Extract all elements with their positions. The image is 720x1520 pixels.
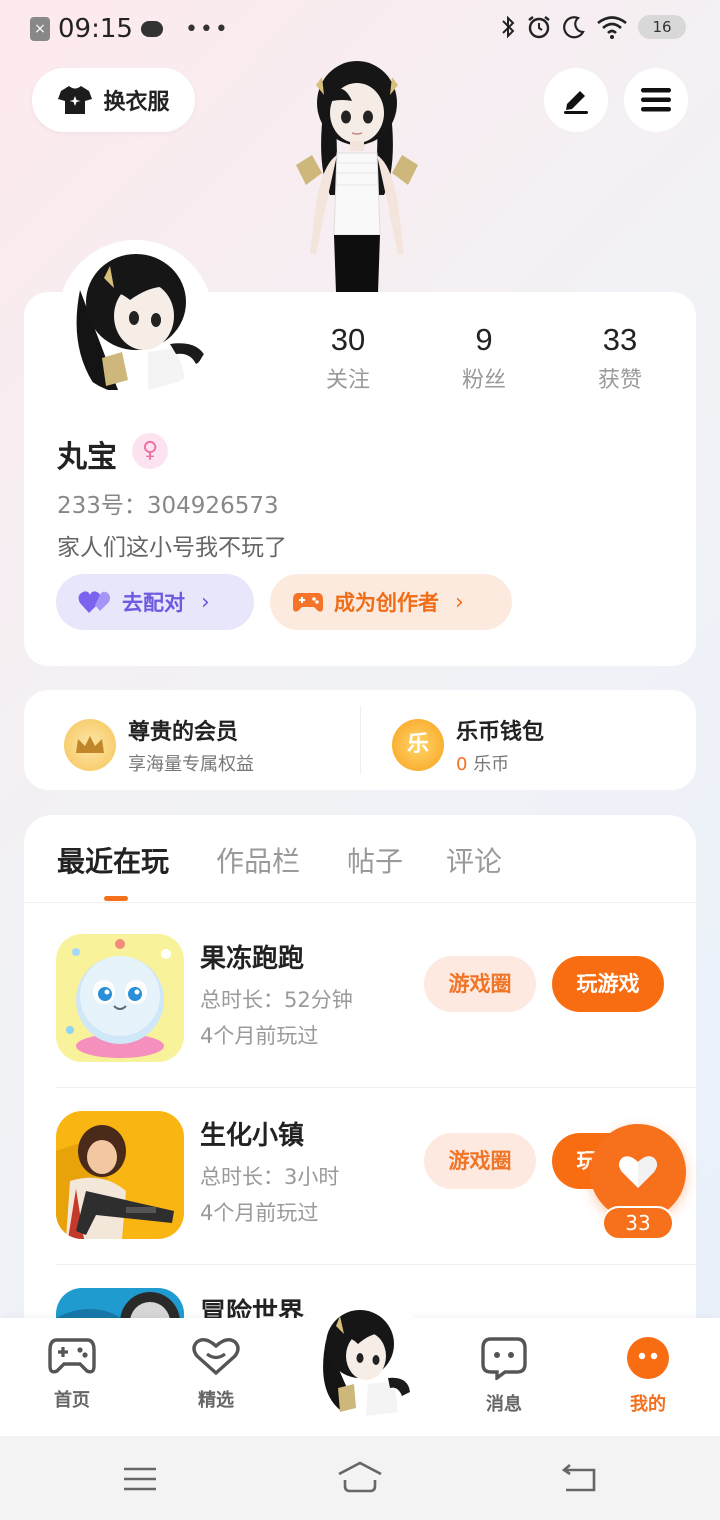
pencil-icon xyxy=(564,91,588,114)
more-dots-icon: ••• xyxy=(184,16,230,42)
gamepad-icon xyxy=(48,1338,96,1374)
crown-icon xyxy=(64,719,116,771)
stat-likes[interactable]: 33 获赞 xyxy=(560,322,680,394)
nav-item-me[interactable]: 我的 xyxy=(608,1336,688,1416)
divider xyxy=(24,902,696,903)
chevron-right-icon: › xyxy=(455,589,464,615)
wallet-unit: 乐币 xyxy=(473,754,510,775)
nav-item-messages[interactable]: 消息 xyxy=(464,1336,544,1416)
list-item[interactable]: 果冻跑跑 总时长：52分钟 4个月前玩过 游戏圈 玩游戏 xyxy=(24,912,696,1088)
female-gender-icon: ♀ xyxy=(132,433,168,469)
match-button[interactable]: 去配对 › xyxy=(56,574,254,630)
wallet-title: 乐币钱包 xyxy=(456,720,545,745)
game-icon-biochem-town[interactable] xyxy=(56,1111,184,1239)
following-count: 30 xyxy=(330,322,366,357)
play-duration: 总时长：3小时 xyxy=(200,1165,340,1189)
chevron-right-icon: › xyxy=(201,589,210,615)
hearts-icon xyxy=(78,591,110,613)
coin-icon: 乐 xyxy=(392,719,444,771)
game-title: 生化小镇 xyxy=(200,1121,305,1151)
divider xyxy=(360,706,361,774)
alarm-icon xyxy=(528,16,550,39)
tab-works[interactable]: 作品栏 xyxy=(216,840,300,880)
last-played: 4个月前玩过 xyxy=(200,1201,319,1225)
nav-label-me: 我的 xyxy=(630,1394,666,1415)
wallet-amount: 0 xyxy=(456,754,468,775)
user-bio: 家人们这小号我不玩了 xyxy=(57,535,287,561)
hamburger-menu-icon xyxy=(641,88,671,112)
nav-avatar-center[interactable] xyxy=(310,1300,410,1420)
user-id[interactable]: 233号：304926573 xyxy=(57,486,279,520)
fans-label: 粉丝 xyxy=(461,368,506,393)
status-time: 09:15 xyxy=(58,14,133,44)
heart-icon xyxy=(619,1156,657,1188)
profile-avatar[interactable] xyxy=(58,240,213,395)
profile-face-icon xyxy=(627,1337,669,1379)
active-tab-indicator xyxy=(104,896,128,901)
tshirt-icon xyxy=(58,86,93,114)
tab-recently-played[interactable]: 最近在玩 xyxy=(57,840,169,880)
likes-received-count: 33 xyxy=(602,322,638,357)
menu-button[interactable] xyxy=(624,68,688,132)
fans-count: 9 xyxy=(475,322,493,357)
chat-bubble-icon xyxy=(481,1337,527,1382)
bluetooth-icon xyxy=(502,15,515,39)
game-title: 果冻跑跑 xyxy=(200,944,305,974)
change-outfit-button[interactable]: 换衣服 xyxy=(32,68,195,132)
game-meta: 总时长：3小时 4个月前玩过 xyxy=(200,1159,339,1231)
username: 丸宝 xyxy=(57,440,117,475)
moon-icon xyxy=(563,16,585,39)
game-circle-button[interactable]: 游戏圈 xyxy=(424,956,536,1012)
stat-following[interactable]: 30 关注 xyxy=(288,322,408,394)
tab-posts[interactable]: 帖子 xyxy=(347,840,403,880)
wallet-entry[interactable]: 乐 乐币钱包 0 乐币 xyxy=(392,714,544,776)
cloud-icon xyxy=(140,21,163,37)
like-count-badge: 33 xyxy=(602,1206,674,1240)
match-label: 去配对 xyxy=(122,591,185,615)
avatar-character-figure[interactable] xyxy=(282,55,432,293)
nav-label-messages: 消息 xyxy=(486,1394,522,1415)
divider xyxy=(56,1087,696,1088)
tab-comments[interactable]: 评论 xyxy=(446,840,502,880)
become-creator-button[interactable]: 成为创作者 › xyxy=(270,574,512,630)
vip-subtitle: 享海量专属权益 xyxy=(128,754,254,775)
likes-received-label: 获赞 xyxy=(597,368,642,393)
divider xyxy=(56,1264,696,1265)
gamepad-icon xyxy=(293,593,323,612)
vip-entry[interactable]: 尊贵的会员 享海量专属权益 xyxy=(64,714,254,776)
become-creator-label: 成为创作者 xyxy=(334,591,439,615)
back-icon[interactable] xyxy=(560,1462,598,1494)
nav-item-home[interactable]: 首页 xyxy=(32,1336,112,1412)
last-played: 4个月前玩过 xyxy=(200,1024,319,1048)
status-bar: × 09:15 ••• 16 xyxy=(0,0,720,58)
game-icon-jelly-run[interactable] xyxy=(56,934,184,1062)
game-title: 冒险世界 xyxy=(200,1298,305,1318)
nav-label-featured: 精选 xyxy=(198,1390,234,1411)
game-icon-adventure-world[interactable] xyxy=(56,1288,184,1318)
nav-item-featured[interactable]: 精选 xyxy=(176,1336,256,1412)
home-icon[interactable] xyxy=(336,1460,384,1494)
edit-profile-button[interactable] xyxy=(544,68,608,132)
following-label: 关注 xyxy=(325,368,370,393)
wifi-icon xyxy=(597,16,627,39)
play-game-button[interactable]: 玩游戏 xyxy=(552,956,664,1012)
recent-apps-icon[interactable] xyxy=(122,1466,158,1492)
game-meta: 总时长：52分钟 4个月前玩过 xyxy=(200,982,353,1054)
battery-indicator: 16 xyxy=(638,15,686,39)
play-duration: 总时长：52分钟 xyxy=(200,988,353,1012)
close-square-icon: × xyxy=(30,17,50,41)
stat-fans[interactable]: 9 粉丝 xyxy=(424,322,544,394)
system-navigation-bar xyxy=(0,1436,720,1520)
game-circle-button[interactable]: 游戏圈 xyxy=(424,1133,536,1189)
nav-label-home: 首页 xyxy=(54,1390,90,1411)
heart-outline-icon xyxy=(192,1338,240,1376)
change-outfit-label: 换衣服 xyxy=(103,90,170,115)
vip-title: 尊贵的会员 xyxy=(128,720,239,745)
